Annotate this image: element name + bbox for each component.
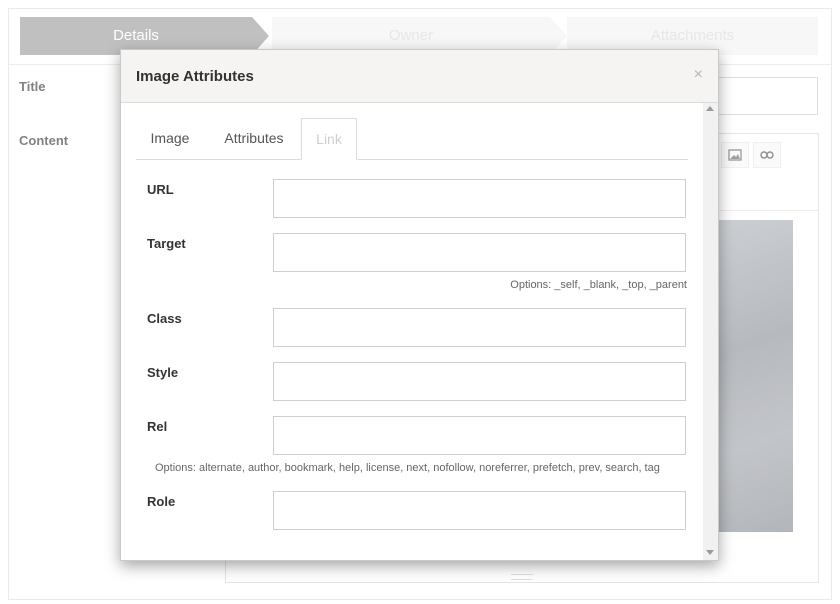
scroll-down-arrow[interactable]: [706, 550, 714, 555]
tab-link[interactable]: Link: [301, 118, 357, 160]
rel-input[interactable]: [273, 416, 686, 455]
target-label: Target: [147, 236, 186, 251]
tab-attributes[interactable]: Attributes: [216, 118, 292, 159]
rel-options-hint: Options: alternate, author, bookmark, he…: [155, 462, 660, 474]
role-input[interactable]: [273, 491, 686, 530]
modal-body: Image Attributes Link URL Target Options…: [121, 103, 703, 560]
modal-header: Image Attributes ×: [121, 50, 718, 103]
class-input[interactable]: [273, 308, 686, 347]
modal-tabs: Image Attributes Link: [136, 118, 688, 160]
role-label: Role: [147, 494, 176, 509]
close-icon[interactable]: ×: [694, 66, 703, 84]
modal-scrollbar[interactable]: [703, 103, 718, 560]
modal-title: Image Attributes: [136, 68, 254, 85]
url-label: URL: [147, 182, 174, 197]
style-input[interactable]: [273, 362, 686, 401]
rel-label: Rel: [147, 419, 168, 434]
url-input[interactable]: [273, 179, 686, 218]
scroll-up-arrow[interactable]: [706, 106, 714, 111]
target-input[interactable]: [273, 233, 686, 272]
style-label: Style: [147, 365, 179, 380]
image-attributes-dialog: Image Attributes × Image Attributes Link…: [120, 49, 719, 561]
target-options-hint: Options: _self, _blank, _top, _parent: [510, 279, 687, 291]
tab-image[interactable]: Image: [138, 118, 202, 159]
class-label: Class: [147, 311, 182, 326]
